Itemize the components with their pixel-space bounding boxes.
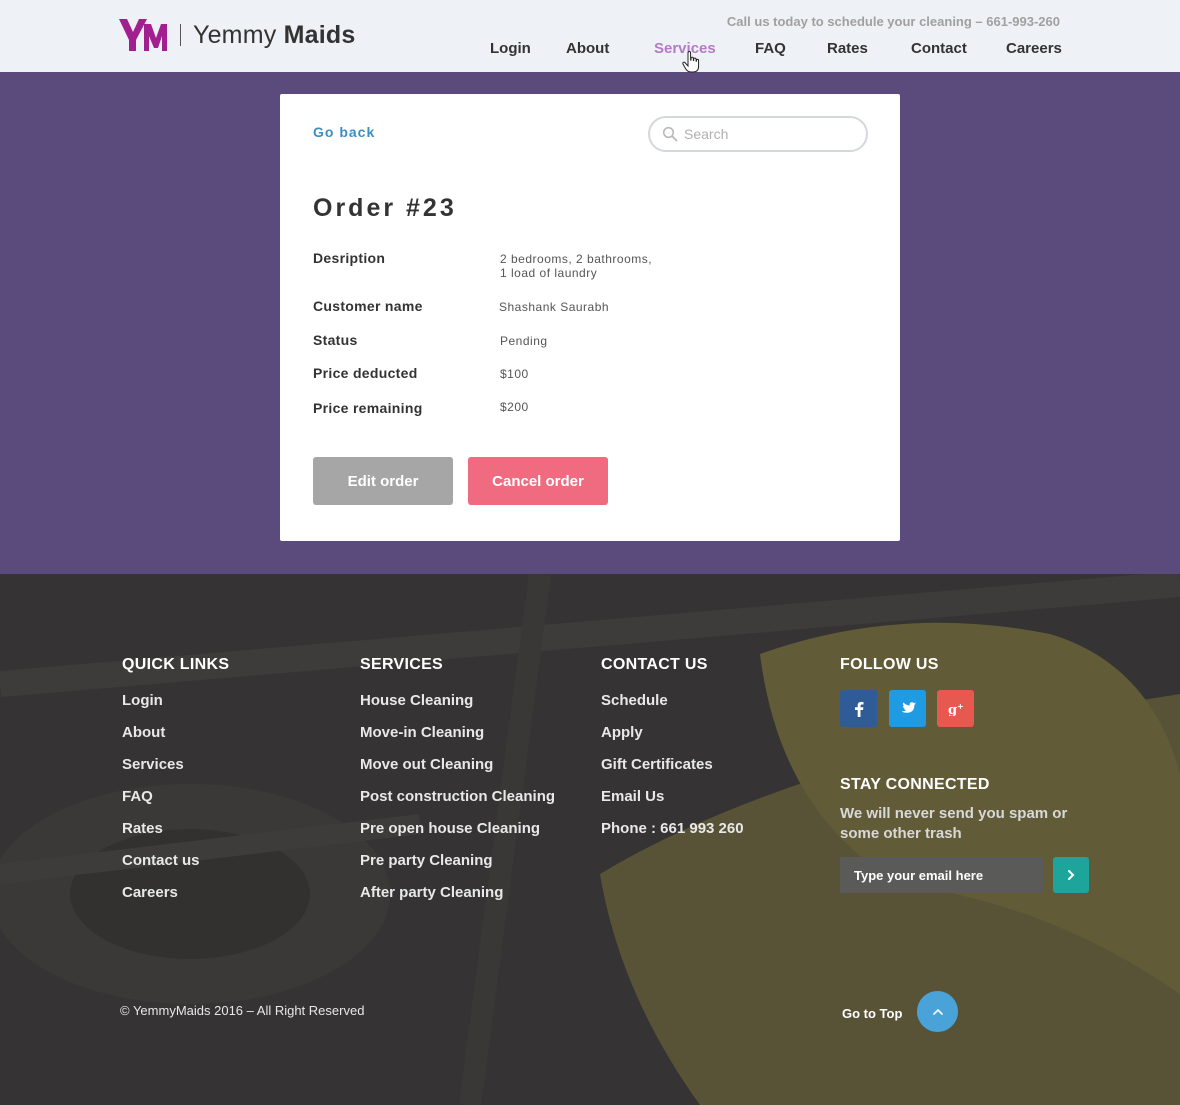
newsletter-email-input[interactable] xyxy=(840,857,1043,893)
footer-link-about[interactable]: About xyxy=(122,724,165,741)
chevron-right-icon xyxy=(1068,870,1075,880)
copyright-text: © YemmyMaids 2016 – All Right Reserved xyxy=(120,1003,365,1018)
nav-rates[interactable]: Rates xyxy=(827,40,868,57)
go-back-link[interactable]: Go back xyxy=(313,124,375,140)
contact-link-schedule[interactable]: Schedule xyxy=(601,692,668,709)
contact-link-gift-certificates[interactable]: Gift Certificates xyxy=(601,756,713,773)
status-value: Pending xyxy=(500,334,548,348)
nav-faq[interactable]: FAQ xyxy=(755,40,786,57)
price-deducted-label: Price deducted xyxy=(313,365,418,381)
stay-connected-heading: STAY CONNECTED xyxy=(840,776,990,793)
newsletter-submit-button[interactable] xyxy=(1053,857,1089,893)
edit-order-button[interactable]: Edit order xyxy=(313,457,453,505)
nav-about[interactable]: About xyxy=(566,40,609,57)
footer-link-faq[interactable]: FAQ xyxy=(122,788,153,805)
hand-cursor-icon xyxy=(682,51,700,73)
contact-heading: CONTACT US xyxy=(601,656,708,673)
contact-link-email[interactable]: Email Us xyxy=(601,788,664,805)
footer-link-login[interactable]: Login xyxy=(122,692,163,709)
go-to-top-label[interactable]: Go to Top xyxy=(842,1006,902,1021)
main-nav: Login About Services FAQ Rates Contact C… xyxy=(0,40,1180,60)
cancel-order-button[interactable]: Cancel order xyxy=(468,457,608,505)
facebook-icon[interactable] xyxy=(840,690,877,727)
customer-name-label: Customer name xyxy=(313,298,423,314)
service-link-move-out[interactable]: Move out Cleaning xyxy=(360,756,493,773)
nav-login[interactable]: Login xyxy=(490,40,531,57)
service-link-after-party[interactable]: After party Cleaning xyxy=(360,884,503,901)
nav-careers[interactable]: Careers xyxy=(1006,40,1062,57)
stay-connected-text: We will never send you spam or some othe… xyxy=(840,805,1068,842)
chevron-up-icon xyxy=(932,1008,943,1015)
customer-name-value: Shashank Saurabh xyxy=(499,300,610,314)
search-input[interactable] xyxy=(684,126,854,142)
service-link-move-in[interactable]: Move-in Cleaning xyxy=(360,724,484,741)
footer-link-careers[interactable]: Careers xyxy=(122,884,178,901)
svg-text:+: + xyxy=(957,702,964,711)
footer-link-rates[interactable]: Rates xyxy=(122,820,163,837)
search-icon xyxy=(662,126,678,142)
order-title: Order #23 xyxy=(313,194,457,222)
contact-phone[interactable]: Phone : 661 993 260 xyxy=(601,820,744,837)
quick-links-heading: QUICK LINKS xyxy=(122,656,230,673)
search-box[interactable] xyxy=(648,116,868,152)
price-remaining-label: Price remaining xyxy=(313,400,423,416)
callus-text: Call us today to schedule your cleaning … xyxy=(726,14,1060,29)
price-deducted-value: $100 xyxy=(500,367,529,381)
description-value: 2 bedrooms, 2 bathrooms, 1 load of laund… xyxy=(500,252,653,280)
footer-link-services[interactable]: Services xyxy=(122,756,184,773)
price-remaining-value: $200 xyxy=(500,400,529,414)
service-link-pre-party[interactable]: Pre party Cleaning xyxy=(360,852,493,869)
site-header: Yemmy Maids Call us today to schedule yo… xyxy=(0,0,1180,73)
contact-link-apply[interactable]: Apply xyxy=(601,724,643,741)
go-to-top-button[interactable] xyxy=(917,991,958,1032)
service-link-pre-open-house[interactable]: Pre open house Cleaning xyxy=(360,820,540,837)
nav-contact[interactable]: Contact xyxy=(911,40,967,57)
svg-text:g: g xyxy=(948,703,957,716)
footer-link-contact[interactable]: Contact us xyxy=(122,852,200,869)
twitter-icon[interactable] xyxy=(889,690,926,727)
google-plus-icon[interactable]: g + xyxy=(937,690,974,727)
services-heading: SERVICES xyxy=(360,656,444,673)
service-link-post-construction[interactable]: Post construction Cleaning xyxy=(360,788,555,805)
order-card: Go back Order #23 Desription 2 bedrooms,… xyxy=(280,94,900,541)
description-label: Desription xyxy=(313,250,386,266)
status-label: Status xyxy=(313,332,358,348)
site-footer: QUICK LINKS Login About Services FAQ Rat… xyxy=(0,574,1180,1105)
follow-heading: FOLLOW US xyxy=(840,656,939,673)
service-link-house[interactable]: House Cleaning xyxy=(360,692,473,709)
